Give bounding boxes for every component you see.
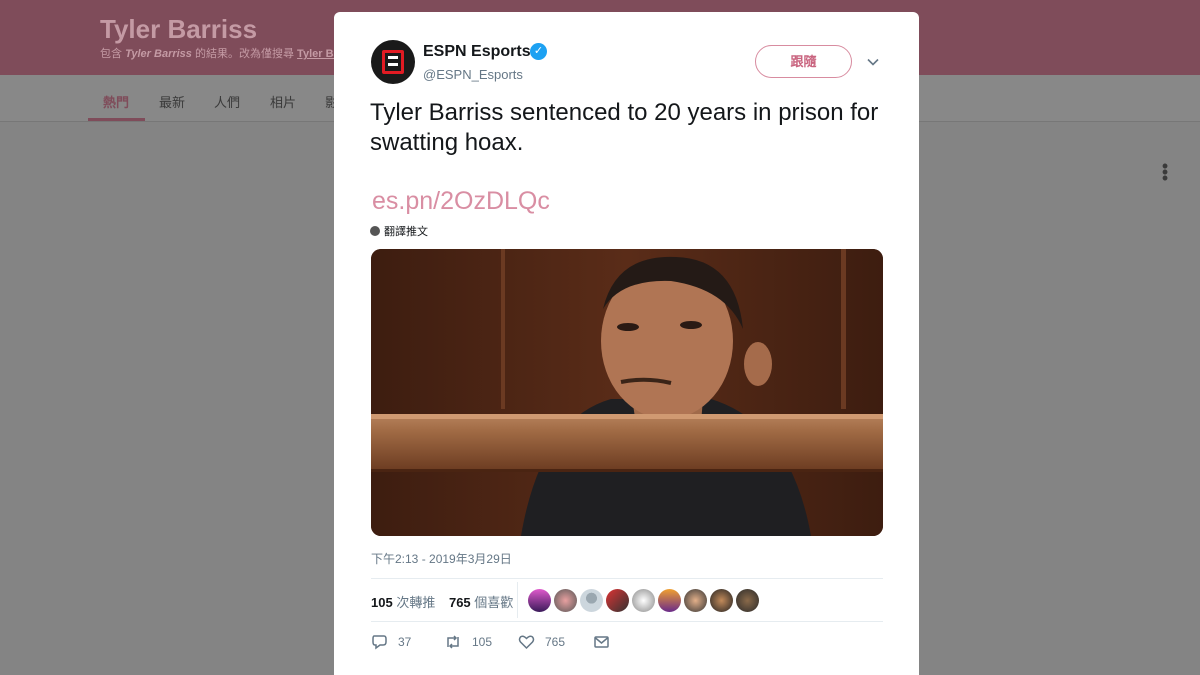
heart-icon (518, 635, 535, 650)
retweet-icon (447, 635, 459, 649)
search-title: Tyler Barriss (100, 14, 258, 44)
active-tab-indicator (88, 118, 145, 121)
tab-latest[interactable]: 最新 (159, 92, 185, 111)
like-action-count: 765 (545, 635, 566, 649)
liker-avatar[interactable] (528, 589, 551, 612)
liker-avatar[interactable] (710, 589, 733, 612)
reply-button[interactable]: 37 (371, 634, 411, 650)
stats-separator (517, 582, 518, 618)
liker-avatar[interactable] (658, 589, 681, 612)
envelope-icon (594, 636, 609, 648)
liker-avatar[interactable] (606, 589, 629, 612)
tab-people[interactable]: 人們 (214, 92, 240, 111)
retweet-count[interactable]: 105 (371, 595, 393, 610)
liker-avatar[interactable] (580, 589, 603, 612)
divider (371, 578, 883, 579)
retweet-count-label[interactable]: 次轉推 (396, 595, 435, 610)
reply-icon (372, 635, 387, 650)
divider (371, 621, 883, 622)
tweet-text: Tyler Barriss sentenced to 20 years in p… (370, 99, 879, 156)
like-count[interactable]: 765 (449, 595, 471, 610)
author-handle[interactable]: @ESPN_Esports (423, 67, 523, 82)
globe-icon (370, 226, 380, 236)
tweet-photo[interactable] (371, 249, 883, 536)
tab-photos[interactable]: 相片 (270, 92, 296, 111)
tweet-modal: ESPN Esports ✓ @ESPN_Esports 跟隨 Tyler Ba… (334, 12, 919, 675)
avatar[interactable] (371, 40, 415, 84)
photo-illustration (371, 249, 883, 536)
liker-avatar[interactable] (736, 589, 759, 612)
tweet-link[interactable]: es.pn/2OzDLQc (372, 187, 550, 216)
retweet-action-count: 105 (472, 635, 493, 649)
liker-avatar[interactable] (632, 589, 655, 612)
tweet-timestamp[interactable]: 下午2:13 - 2019年3月29日 (371, 550, 512, 567)
more-menu-icon[interactable]: • • • (1160, 157, 1170, 187)
author-name[interactable]: ESPN Esports (423, 43, 531, 61)
translate-tweet[interactable]: 翻譯推文 (370, 223, 428, 239)
follow-button[interactable]: 跟隨 (755, 45, 852, 78)
chevron-down-icon[interactable] (867, 56, 879, 68)
like-count-label[interactable]: 個喜歡 (474, 595, 513, 610)
verified-badge-icon: ✓ (530, 43, 547, 60)
tweet-stats: 105 次轉推 765 個喜歡 (371, 592, 523, 611)
retweet-button[interactable]: 105 (444, 634, 492, 650)
liker-avatar[interactable] (684, 589, 707, 612)
tab-top[interactable]: 熱門 (103, 92, 129, 111)
direct-message-button[interactable] (593, 634, 620, 650)
reply-count: 37 (398, 635, 412, 649)
like-button[interactable]: 765 (518, 634, 565, 650)
liker-avatar[interactable] (554, 589, 577, 612)
espn-logo-icon (382, 50, 404, 74)
search-subtitle: 包含 Tyler Barriss 的結果。改為僅搜尋 Tyler Barr (100, 48, 349, 60)
